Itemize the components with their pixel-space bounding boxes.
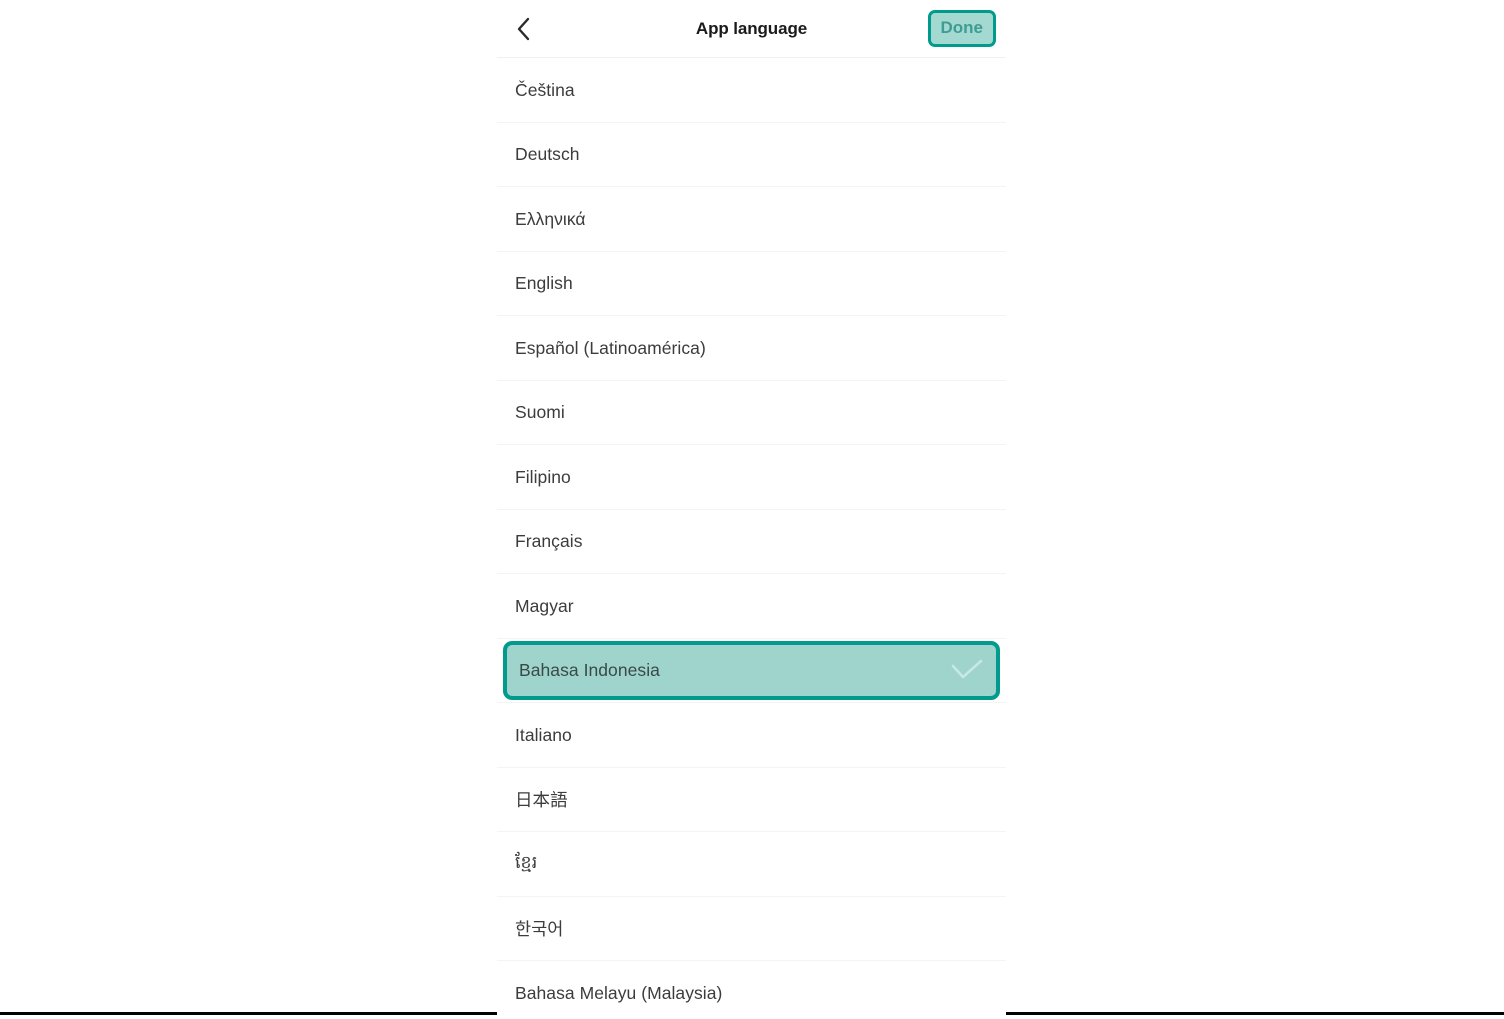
- language-label: English: [515, 273, 573, 294]
- language-label: Ελληνικά: [515, 208, 586, 229]
- language-row[interactable]: Español (Latinoamérica): [497, 316, 1006, 381]
- language-label: Suomi: [515, 402, 565, 423]
- language-row[interactable]: Magyar: [497, 574, 1006, 639]
- chevron-left-icon: [513, 15, 533, 43]
- back-button[interactable]: [497, 0, 549, 58]
- language-row[interactable]: Ελληνικά: [497, 187, 1006, 252]
- selection-highlight: Bahasa Indonesia: [503, 640, 1000, 700]
- language-row[interactable]: Français: [497, 509, 1006, 574]
- language-row[interactable]: English: [497, 251, 1006, 316]
- language-row[interactable]: Deutsch: [497, 122, 1006, 187]
- language-row[interactable]: 日本語: [497, 767, 1006, 832]
- bottom-rule-left: [0, 1012, 497, 1015]
- language-label: Bahasa Indonesia: [519, 659, 660, 680]
- language-row-selected[interactable]: Bahasa Indonesia: [497, 638, 1006, 703]
- language-label: 한국어: [515, 919, 564, 940]
- app-language-panel: App language Done Čeština Deutsch Ελληνικά…: [497, 0, 1006, 1019]
- bottom-rule-right: [1006, 1012, 1504, 1015]
- done-button-wrapper: Done: [927, 10, 996, 47]
- language-row[interactable]: 한국어: [497, 896, 1006, 961]
- language-list: Čeština Deutsch Ελληνικά English Español (La…: [497, 58, 1006, 1019]
- language-label: Filipino: [515, 466, 571, 487]
- language-row[interactable]: Suomi: [497, 380, 1006, 445]
- language-row[interactable]: Italiano: [497, 703, 1006, 768]
- language-row[interactable]: Filipino: [497, 445, 1006, 510]
- language-label: Deutsch: [515, 144, 580, 165]
- language-row[interactable]: ខ្មែរ: [497, 832, 1006, 897]
- language-label: ខ្មែរ: [515, 852, 538, 873]
- language-label: Bahasa Melayu (Malaysia): [515, 982, 723, 1003]
- check-icon: [950, 657, 984, 683]
- app-header: App language Done: [497, 0, 1006, 58]
- language-row[interactable]: Bahasa Melayu (Malaysia): [497, 961, 1006, 1019]
- language-label: Français: [515, 531, 583, 552]
- language-row[interactable]: Čeština: [497, 58, 1006, 123]
- language-label: Magyar: [515, 595, 574, 616]
- done-button[interactable]: Done: [927, 10, 996, 47]
- language-label: Italiano: [515, 724, 572, 745]
- language-label: 日本語: [515, 790, 568, 811]
- language-label: Español (Latinoamérica): [515, 337, 706, 358]
- language-label: Čeština: [515, 79, 575, 100]
